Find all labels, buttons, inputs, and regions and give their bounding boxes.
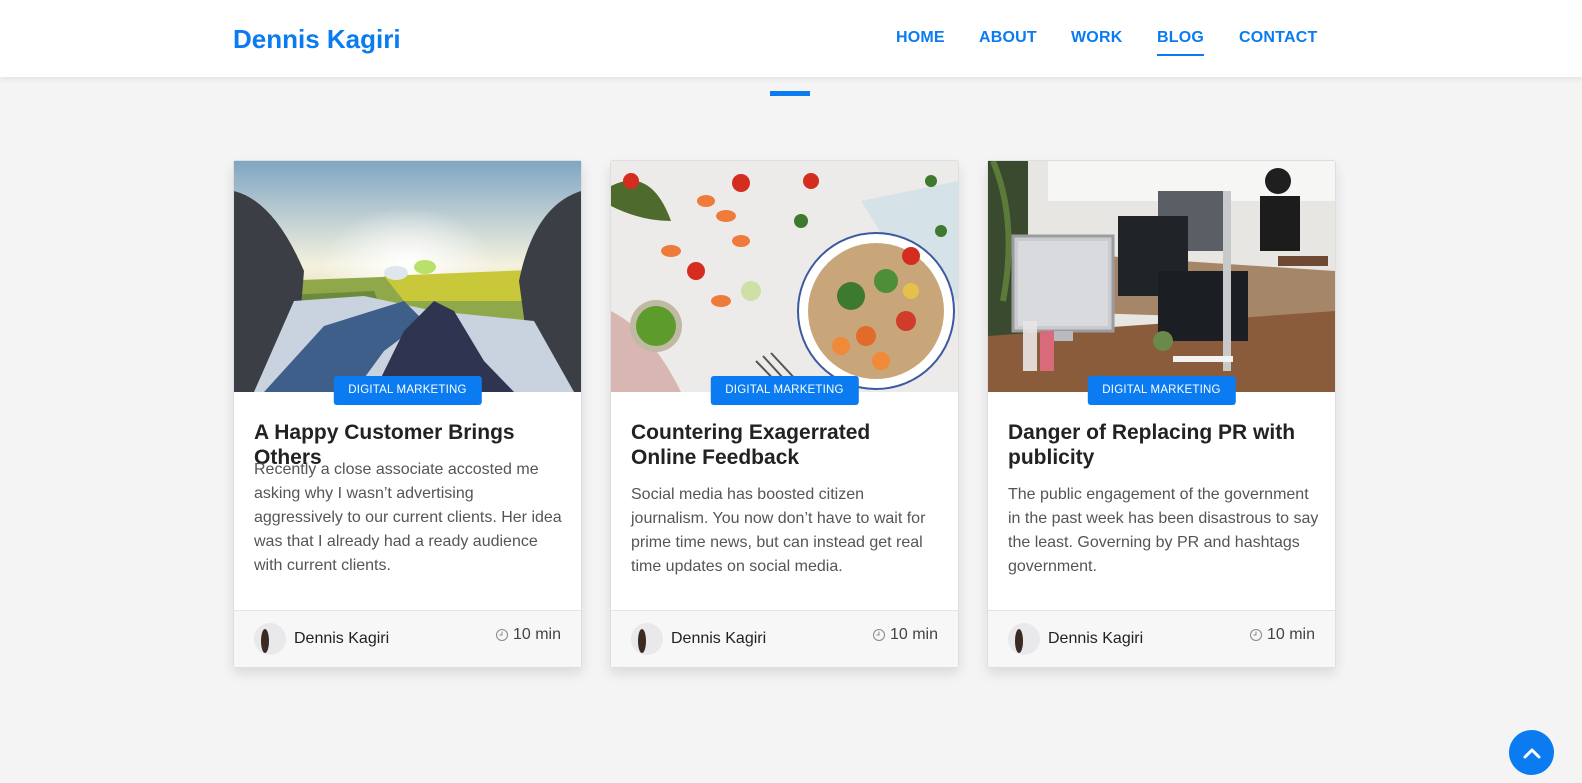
nav-contact[interactable]: CONTACT (1239, 29, 1317, 47)
post-image[interactable] (611, 161, 958, 392)
post-meta: Dennis Kagiri 10 min (234, 610, 581, 667)
post-meta: Dennis Kagiri 10 min (611, 610, 958, 667)
author-name[interactable]: Dennis Kagiri (1048, 630, 1143, 648)
nav-home[interactable]: HOME (896, 29, 945, 47)
read-time: 10 min (872, 626, 938, 644)
post-excerpt: The public engagement of the government … (1008, 486, 1319, 575)
clock-icon (495, 629, 508, 641)
avatar (1008, 623, 1040, 655)
read-time: 10 min (495, 626, 561, 644)
read-time-value: 10 min (889, 626, 938, 643)
category-badge[interactable]: DIGITAL MARKETING (333, 376, 482, 405)
blog-card[interactable]: DIGITAL MARKETING Countering Exagerrated… (610, 160, 959, 668)
post-meta: Dennis Kagiri 10 min (988, 610, 1335, 667)
read-time-value: 10 min (512, 626, 561, 643)
scroll-to-top-button[interactable] (1509, 730, 1554, 775)
section-divider (770, 91, 810, 96)
category-badge[interactable]: DIGITAL MARKETING (1087, 376, 1236, 405)
avatar (631, 623, 663, 655)
post-title[interactable]: Danger of Replacing PR with publicity (1008, 420, 1318, 470)
category-badge[interactable]: DIGITAL MARKETING (710, 376, 859, 405)
blog-card[interactable]: DIGITAL MARKETING Danger of Replacing PR… (987, 160, 1336, 668)
avatar (254, 623, 286, 655)
chevron-up-icon (1523, 748, 1540, 758)
blog-card[interactable]: DIGITAL MARKETING A Happy Customer Bring… (233, 160, 582, 668)
author-name[interactable]: Dennis Kagiri (671, 630, 766, 648)
nav-work[interactable]: WORK (1071, 29, 1122, 47)
read-time: 10 min (1249, 626, 1315, 644)
clock-icon (1249, 629, 1262, 641)
post-image[interactable] (988, 161, 1335, 392)
post-title[interactable]: Countering Exagerrated Online Feedback (631, 420, 941, 470)
clock-icon (872, 629, 885, 641)
post-excerpt: Recently a close associate accosted me a… (254, 461, 562, 574)
read-time-value: 10 min (1266, 626, 1315, 643)
site-header: Dennis Kagiri HOME ABOUT WORK BLOG CONTA… (0, 0, 1582, 77)
nav-about[interactable]: ABOUT (979, 29, 1037, 47)
author-name[interactable]: Dennis Kagiri (294, 630, 389, 648)
nav-blog[interactable]: BLOG (1157, 29, 1205, 56)
brand-logo[interactable]: Dennis Kagiri (233, 24, 401, 55)
post-image[interactable] (234, 161, 581, 392)
post-excerpt: Social media has boosted citizen journal… (631, 486, 926, 575)
